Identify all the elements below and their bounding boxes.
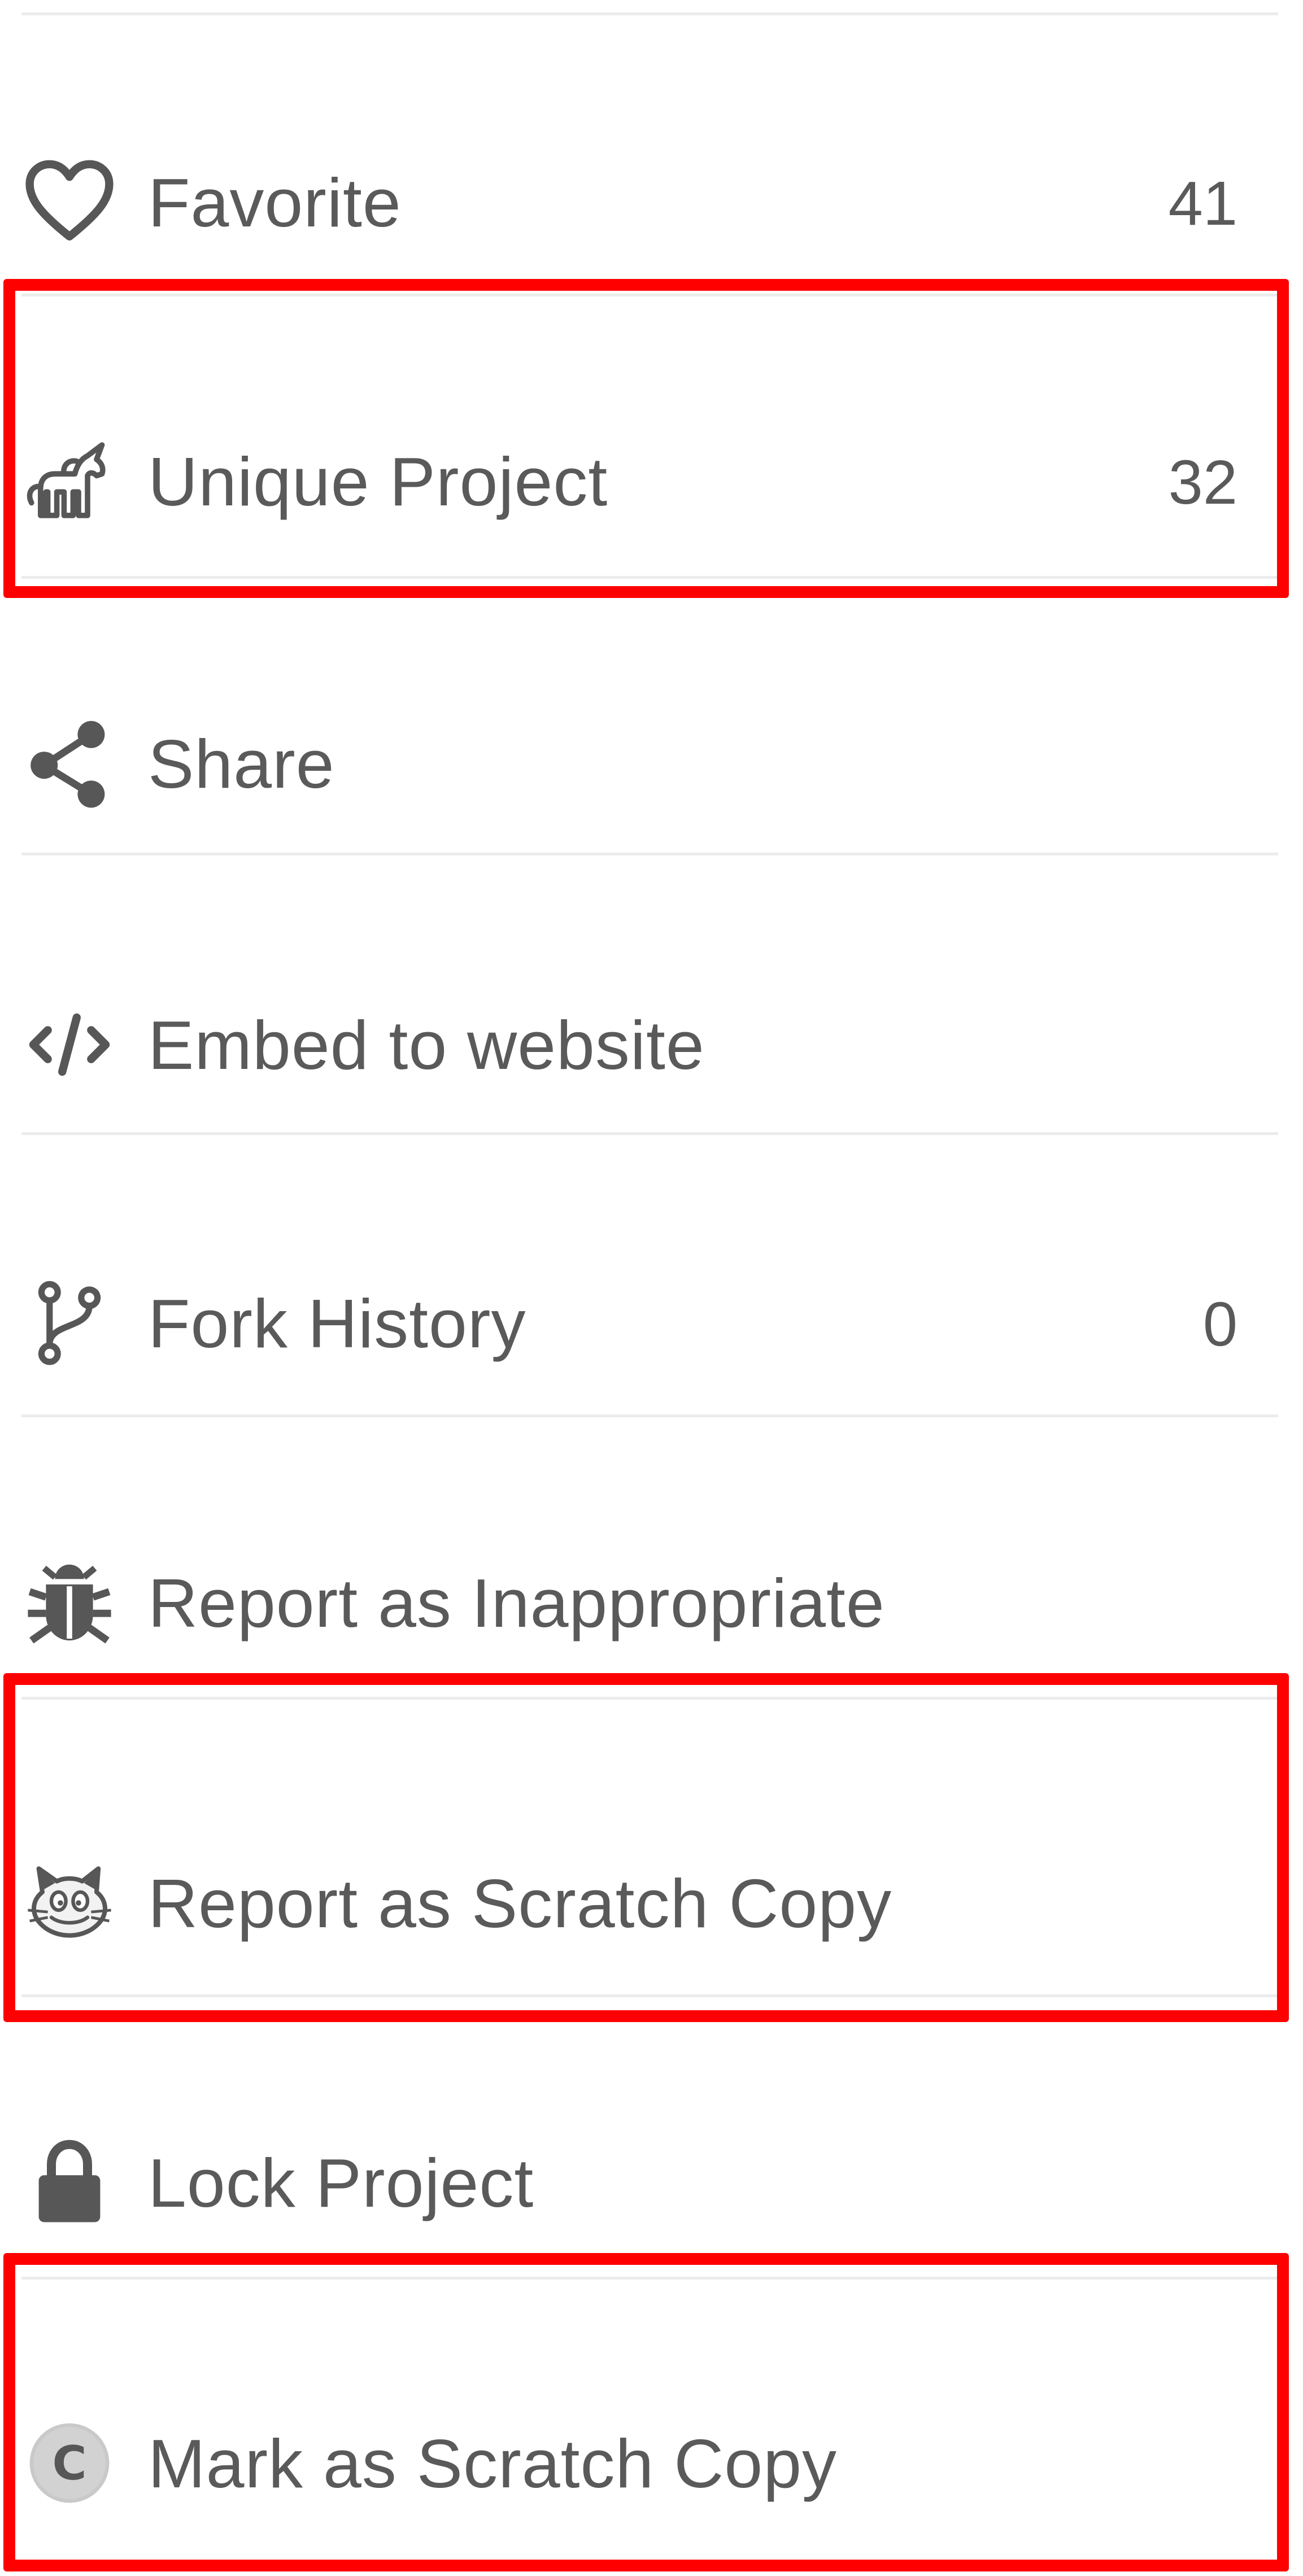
report-scratch-copy-label: Report as Scratch Copy [148,1865,892,1942]
unicorn-icon [21,433,117,529]
report-inappropriate-button[interactable]: Report as Inappropriate [21,1490,1278,1715]
divider [21,294,1278,296]
lock-project-button[interactable]: Lock Project [21,2069,1278,2295]
fork-history-count: 0 [1202,1290,1237,1359]
favorite-button[interactable]: Favorite 41 [21,89,1278,315]
lock-icon [21,2134,117,2230]
scratch-cat-icon [21,1855,117,1951]
code-icon [21,997,117,1093]
project-actions-menu: Favorite 41 Unique Project 32 Share Embe… [0,0,1303,2574]
share-button[interactable]: Share [21,650,1278,876]
mark-scratch-copy-label: Mark as Scratch Copy [148,2425,838,2502]
share-icon [21,715,117,811]
report-scratch-copy-button[interactable]: Report as Scratch Copy [21,1790,1278,2016]
divider [21,853,1278,855]
embed-label: Embed to website [148,1007,705,1084]
divider [21,12,1278,15]
copyright-c-icon: C [21,2415,117,2511]
divider [21,2277,1278,2280]
divider [21,576,1278,579]
divider [21,1994,1278,1997]
svg-text:C: C [52,2436,86,2491]
mark-scratch-copy-button[interactable]: C Mark as Scratch Copy [21,2350,1278,2576]
divider [21,1414,1278,1417]
unique-project-count: 32 [1168,448,1237,517]
share-label: Share [148,726,335,802]
report-inappropriate-label: Report as Inappropriate [148,1565,885,1641]
heart-outline-icon [21,154,117,250]
bug-icon [21,1555,117,1651]
lock-project-label: Lock Project [148,2145,534,2221]
favorite-label: Favorite [148,164,402,241]
fork-history-button[interactable]: Fork History 0 [21,1210,1278,1436]
embed-button[interactable]: Embed to website [21,932,1278,1158]
fork-history-label: Fork History [148,1285,526,1362]
favorite-count: 41 [1168,169,1237,238]
divider [21,1697,1278,1700]
divider [21,1132,1278,1135]
unique-project-button[interactable]: Unique Project 32 [21,368,1278,594]
unique-project-label: Unique Project [148,443,608,520]
fork-icon [21,1275,117,1371]
